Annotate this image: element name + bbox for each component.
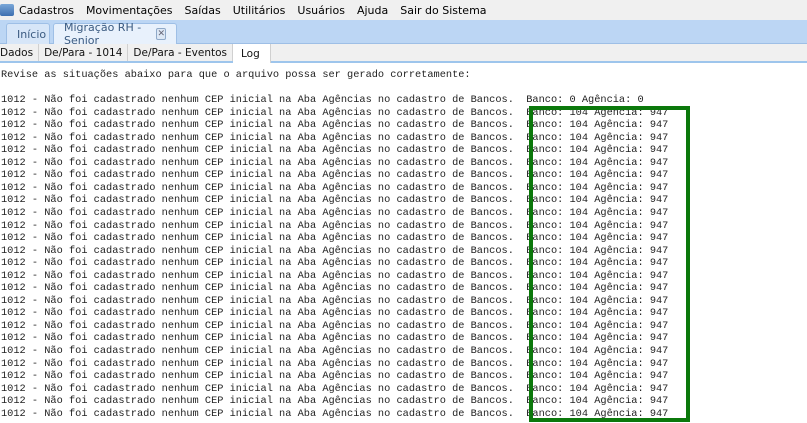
log-message: 1012 - Não foi cadastrado nenhum CEP ini… bbox=[1, 282, 514, 295]
subtab-dados[interactable]: Dados bbox=[0, 44, 40, 61]
app-icon bbox=[0, 4, 14, 16]
log-message: 1012 - Não foi cadastrado nenhum CEP ini… bbox=[1, 345, 514, 358]
menu-bar: Cadastros Movimentações Saídas Utilitári… bbox=[0, 0, 807, 20]
log-detail: Banco: 0 Agência: 0 bbox=[526, 94, 644, 107]
menu-cadastros[interactable]: Cadastros bbox=[19, 4, 74, 17]
log-message: 1012 - Não foi cadastrado nenhum CEP ini… bbox=[1, 181, 514, 194]
menu-usuarios[interactable]: Usuários bbox=[297, 4, 345, 17]
tab-label: Início bbox=[17, 27, 47, 41]
log-message: 1012 - Não foi cadastrado nenhum CEP ini… bbox=[1, 370, 514, 383]
sub-tabs: Dados De/Para - 1014 De/Para - Eventos L… bbox=[0, 44, 807, 63]
log-header: Revise as situações abaixo para que o ar… bbox=[1, 69, 471, 81]
menu-saidas[interactable]: Saídas bbox=[185, 4, 221, 17]
log-message: 1012 - Não foi cadastrado nenhum CEP ini… bbox=[1, 119, 514, 132]
log-message: 1012 - Não foi cadastrado nenhum CEP ini… bbox=[1, 269, 514, 282]
log-message: 1012 - Não foi cadastrado nenhum CEP ini… bbox=[1, 332, 514, 345]
close-icon[interactable]: ✕ bbox=[156, 28, 166, 40]
subtab-depara-eventos[interactable]: De/Para - Eventos bbox=[128, 44, 233, 61]
log-message: 1012 - Não foi cadastrado nenhum CEP ini… bbox=[1, 94, 514, 107]
log-message: 1012 - Não foi cadastrado nenhum CEP ini… bbox=[1, 357, 514, 370]
subtab-depara-1014[interactable]: De/Para - 1014 bbox=[39, 44, 129, 61]
log-message: 1012 - Não foi cadastrado nenhum CEP ini… bbox=[1, 407, 514, 420]
log-message: 1012 - Não foi cadastrado nenhum CEP ini… bbox=[1, 257, 514, 270]
log-message: 1012 - Não foi cadastrado nenhum CEP ini… bbox=[1, 169, 514, 182]
tab-inicio[interactable]: Início bbox=[6, 23, 50, 44]
log-message: 1012 - Não foi cadastrado nenhum CEP ini… bbox=[1, 219, 514, 232]
log-message: 1012 - Não foi cadastrado nenhum CEP ini… bbox=[1, 106, 514, 119]
log-message: 1012 - Não foi cadastrado nenhum CEP ini… bbox=[1, 307, 514, 320]
subtab-log[interactable]: Log bbox=[233, 44, 271, 63]
log-message: 1012 - Não foi cadastrado nenhum CEP ini… bbox=[1, 131, 514, 144]
log-message: 1012 - Não foi cadastrado nenhum CEP ini… bbox=[1, 194, 514, 207]
tab-migracao[interactable]: Migração RH - Senior ✕ bbox=[53, 21, 177, 47]
menu-utilitarios[interactable]: Utilitários bbox=[233, 4, 286, 17]
log-message: 1012 - Não foi cadastrado nenhum CEP ini… bbox=[1, 232, 514, 245]
log-message: 1012 - Não foi cadastrado nenhum CEP ini… bbox=[1, 319, 514, 332]
log-message: 1012 - Não foi cadastrado nenhum CEP ini… bbox=[1, 294, 514, 307]
menu-ajuda[interactable]: Ajuda bbox=[357, 4, 388, 17]
log-message: 1012 - Não foi cadastrado nenhum CEP ini… bbox=[1, 382, 514, 395]
log-message: 1012 - Não foi cadastrado nenhum CEP ini… bbox=[1, 156, 514, 169]
log-message: 1012 - Não foi cadastrado nenhum CEP ini… bbox=[1, 244, 514, 257]
log-message: 1012 - Não foi cadastrado nenhum CEP ini… bbox=[1, 144, 514, 157]
highlight-box bbox=[529, 106, 690, 422]
menu-sair[interactable]: Sair do Sistema bbox=[400, 4, 486, 17]
log-message: 1012 - Não foi cadastrado nenhum CEP ini… bbox=[1, 207, 514, 220]
log-line: 1012 - Não foi cadastrado nenhum CEP ini… bbox=[1, 94, 668, 107]
menu-movimentacoes[interactable]: Movimentações bbox=[86, 4, 173, 17]
document-tabs: Início Migração RH - Senior ✕ bbox=[0, 20, 807, 47]
log-message: 1012 - Não foi cadastrado nenhum CEP ini… bbox=[1, 395, 514, 408]
